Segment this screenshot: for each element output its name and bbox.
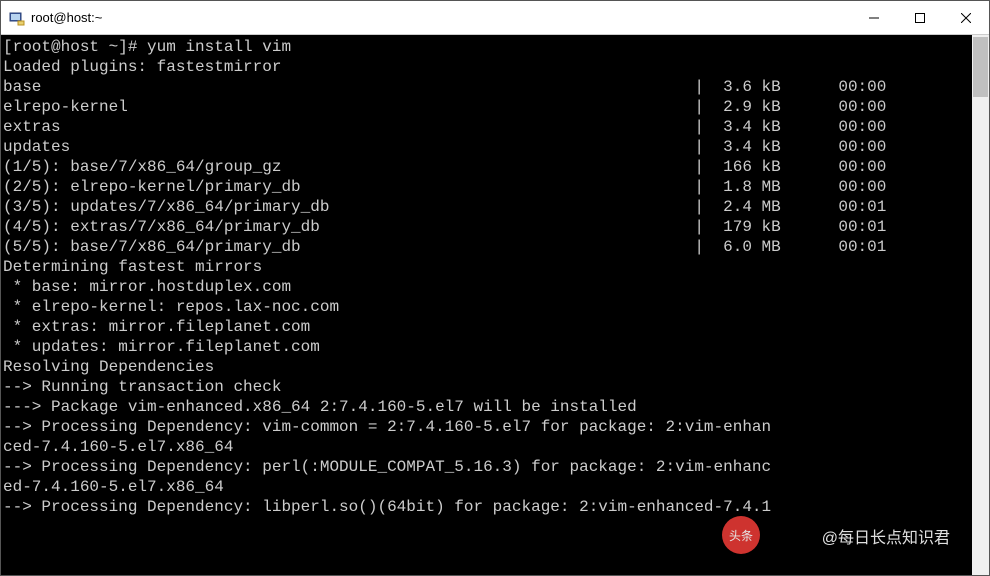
terminal-line: ced-7.4.160-5.el7.x86_64 bbox=[3, 437, 972, 457]
putty-icon bbox=[9, 10, 25, 26]
terminal-line: ed-7.4.160-5.el7.x86_64 bbox=[3, 477, 972, 497]
terminal-window: root@host:~ [root@host ~]# yum install v… bbox=[0, 0, 990, 576]
terminal-line: Resolving Dependencies bbox=[3, 357, 972, 377]
terminal-line: updates | 3.4 kB 00:00 bbox=[3, 137, 972, 157]
terminal-line: --> Processing Dependency: perl(:MODULE_… bbox=[3, 457, 972, 477]
titlebar[interactable]: root@host:~ bbox=[1, 1, 989, 35]
maximize-button[interactable] bbox=[897, 1, 943, 34]
terminal-line: [root@host ~]# yum install vim bbox=[3, 37, 972, 57]
minimize-button[interactable] bbox=[851, 1, 897, 34]
terminal-line: * updates: mirror.fileplanet.com bbox=[3, 337, 972, 357]
terminal-line: * elrepo-kernel: repos.lax-noc.com bbox=[3, 297, 972, 317]
terminal-line: * base: mirror.hostduplex.com bbox=[3, 277, 972, 297]
terminal-line: (1/5): base/7/x86_64/group_gz | 166 kB 0… bbox=[3, 157, 972, 177]
terminal-output[interactable]: [root@host ~]# yum install vimLoaded plu… bbox=[1, 35, 972, 575]
watermark-logo: 头条 bbox=[722, 516, 760, 554]
terminal-line: * extras: mirror.fileplanet.com bbox=[3, 317, 972, 337]
terminal-line: (4/5): extras/7/x86_64/primary_db | 179 … bbox=[3, 217, 972, 237]
terminal-area: [root@host ~]# yum install vimLoaded plu… bbox=[1, 35, 989, 575]
scrollbar-thumb[interactable] bbox=[973, 37, 988, 97]
terminal-line: (3/5): updates/7/x86_64/primary_db | 2.4… bbox=[3, 197, 972, 217]
terminal-line: elrepo-kernel | 2.9 kB 00:00 bbox=[3, 97, 972, 117]
terminal-line: Determining fastest mirrors bbox=[3, 257, 972, 277]
terminal-line: --> Running transaction check bbox=[3, 377, 972, 397]
window-title: root@host:~ bbox=[31, 10, 851, 25]
terminal-line: Loaded plugins: fastestmirror bbox=[3, 57, 972, 77]
terminal-line: --> Processing Dependency: vim-common = … bbox=[3, 417, 972, 437]
terminal-line: base | 3.6 kB 00:00 bbox=[3, 77, 972, 97]
terminal-line: ---> Package vim-enhanced.x86_64 2:7.4.1… bbox=[3, 397, 972, 417]
scrollbar[interactable] bbox=[972, 35, 989, 575]
terminal-line: (2/5): elrepo-kernel/primary_db | 1.8 MB… bbox=[3, 177, 972, 197]
terminal-line: extras | 3.4 kB 00:00 bbox=[3, 117, 972, 137]
window-controls bbox=[851, 1, 989, 34]
close-button[interactable] bbox=[943, 1, 989, 34]
terminal-line: --> Processing Dependency: libperl.so()(… bbox=[3, 497, 972, 517]
terminal-line: (5/5): base/7/x86_64/primary_db | 6.0 MB… bbox=[3, 237, 972, 257]
watermark-text: @每日长点知识君 bbox=[822, 524, 950, 548]
